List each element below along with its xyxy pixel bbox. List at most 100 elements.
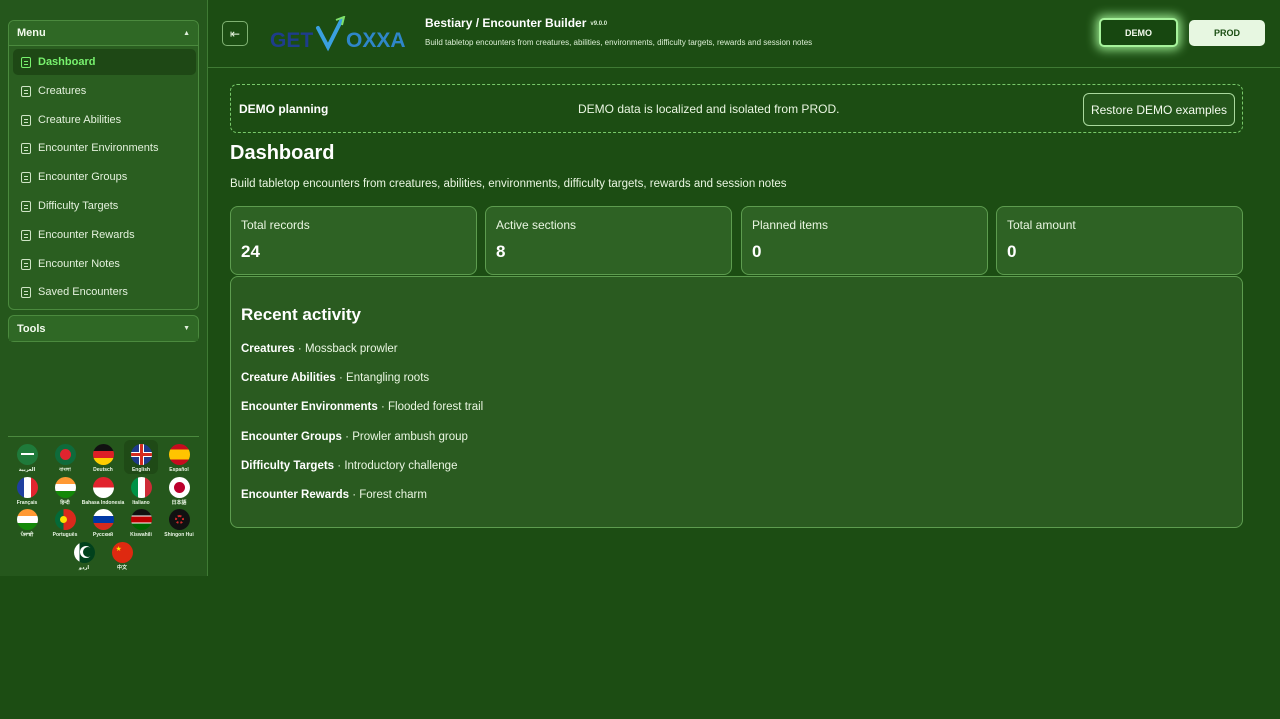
language-japanese[interactable]: 日本語: [162, 475, 196, 509]
language-label: Deutsch: [93, 467, 113, 473]
stat-label: Active sections: [496, 218, 577, 232]
language-swahili[interactable]: Kiswahili: [124, 507, 158, 541]
language-italian[interactable]: Italiano: [124, 475, 158, 509]
app-title: Bestiary / Encounter Builder v9.0.0: [425, 16, 607, 30]
activity-separator: ·: [377, 401, 388, 413]
stat-card-active-sections: Active sections 8: [485, 206, 732, 275]
sidebar-item-creature-abilities[interactable]: Creature Abilities: [13, 107, 196, 133]
language-label: Bahasa Indonesia: [81, 500, 125, 506]
sidebar-item-difficulty-targets[interactable]: Difficulty Targets: [13, 193, 196, 219]
sidebar-item-label: Saved Encounters: [38, 286, 128, 298]
sidebar-item-encounter-notes[interactable]: Encounter Notes: [13, 251, 196, 277]
document-icon: [21, 200, 31, 212]
uk-flag-icon: [130, 444, 152, 465]
demo-env-button[interactable]: DEMO: [1099, 18, 1178, 47]
tools-header[interactable]: Tools ▼: [9, 316, 198, 341]
restore-demo-button[interactable]: Restore DEMO examples: [1083, 93, 1235, 126]
activity-separator: ·: [294, 343, 305, 355]
expand-caret-icon: ▼: [183, 325, 190, 332]
logo-text-left: GET: [270, 29, 313, 52]
language-english[interactable]: English: [124, 440, 158, 474]
language-arabic[interactable]: العربية: [10, 442, 44, 476]
language-chinese[interactable]: ★ 中文: [105, 540, 139, 574]
document-icon: [21, 286, 31, 298]
language-label: বাংলা: [59, 467, 71, 473]
language-label: العربية: [18, 467, 36, 473]
pakistan-flag-icon: [73, 542, 95, 563]
divider: [8, 436, 199, 437]
india-flag-icon: [54, 477, 76, 498]
language-russian[interactable]: Русский: [86, 507, 120, 541]
sidebar-item-dashboard[interactable]: Dashboard: [13, 49, 196, 75]
stat-label: Total records: [241, 218, 310, 232]
activity-row: Creature Abilities · Entangling roots: [241, 372, 429, 384]
stat-card-total-records: Total records 24: [230, 206, 477, 275]
sidebar-item-label: Encounter Groups: [38, 171, 128, 183]
collapse-sidebar-button[interactable]: ⇤: [222, 21, 248, 46]
menu-title: Menu: [17, 27, 46, 39]
language-hindi[interactable]: हिन्दी: [48, 475, 82, 509]
activity-item: Mossback prowler: [304, 343, 398, 355]
emblem-flag-icon: [168, 509, 190, 530]
activity-row: Difficulty Targets · Introductory challe…: [241, 460, 457, 472]
recent-activity-panel: Recent activity Creatures · Mossback pro…: [230, 276, 1243, 528]
language-label: English: [131, 467, 151, 473]
document-icon: [21, 142, 31, 154]
sidebar-item-creatures[interactable]: Creatures: [13, 78, 196, 104]
language-spanish[interactable]: Español: [162, 442, 196, 476]
stat-value: 0: [752, 242, 762, 261]
language-punjabi[interactable]: ਪੰਜਾਬੀ: [10, 507, 44, 541]
sidebar-item-label: Creature Abilities: [38, 114, 122, 126]
language-french[interactable]: Français: [10, 475, 44, 509]
activity-row: Encounter Environments · Flooded forest …: [241, 401, 483, 413]
sidebar-item-encounter-rewards[interactable]: Encounter Rewards: [13, 222, 196, 248]
language-urdu[interactable]: اردو: [67, 540, 101, 574]
document-icon: [21, 85, 31, 97]
japan-flag-icon: [168, 477, 190, 498]
stat-value: 24: [241, 242, 260, 261]
getvoxxa-logo: GET OXXA: [270, 16, 406, 52]
logo-text-right: OXXA: [346, 29, 406, 52]
activity-section: Encounter Groups: [241, 431, 342, 443]
activity-row: Encounter Rewards · Forest charm: [241, 489, 427, 501]
sidebar: Menu ▲ Dashboard Creatures Creature Abil…: [0, 0, 208, 576]
stat-value: 8: [496, 242, 506, 261]
france-flag-icon: [16, 477, 38, 498]
top-bar: ⇤ GET OXXA Bestiary / Encounter Builder v…: [208, 0, 1280, 68]
activity-item: Forest charm: [359, 489, 427, 501]
activity-item: Introductory challenge: [344, 460, 458, 472]
menu-panel: Menu ▲ Dashboard Creatures Creature Abil…: [8, 20, 199, 310]
language-bengali[interactable]: বাংলা: [48, 442, 82, 476]
language-label: ਪੰਜਾਬੀ: [20, 532, 34, 538]
language-label: Português: [52, 532, 78, 538]
language-label: 日本語: [171, 500, 187, 506]
language-label: Français: [16, 500, 38, 506]
language-label: Italiano: [132, 500, 150, 506]
activity-title: Recent activity: [241, 305, 361, 324]
sidebar-item-label: Creatures: [38, 85, 87, 97]
sidebar-item-label: Encounter Notes: [38, 258, 120, 270]
tools-panel[interactable]: Tools ▼: [8, 315, 199, 342]
activity-item: Prowler ambush group: [352, 431, 468, 443]
sidebar-item-label: Difficulty Targets: [38, 200, 119, 212]
china-flag-icon: ★: [111, 542, 133, 563]
language-german[interactable]: Deutsch: [86, 442, 120, 476]
activity-separator: ·: [335, 372, 347, 384]
language-portuguese[interactable]: Português: [48, 507, 82, 541]
sidebar-item-encounter-environments[interactable]: Encounter Environments: [13, 135, 196, 161]
prod-env-button[interactable]: PROD: [1189, 20, 1265, 46]
activity-section: Creatures: [241, 343, 295, 355]
language-shingon-hui[interactable]: Shingon Hui: [162, 507, 196, 541]
sidebar-item-encounter-groups[interactable]: Encounter Groups: [13, 164, 196, 190]
sidebar-item-saved-encounters[interactable]: Saved Encounters: [13, 279, 196, 305]
activity-section: Creature Abilities: [241, 372, 336, 384]
menu-header[interactable]: Menu ▲: [9, 21, 198, 46]
notice-title: DEMO planning: [239, 102, 329, 116]
tools-title: Tools: [17, 322, 46, 335]
page-subtitle: Build tabletop encounters from creatures…: [230, 178, 787, 190]
app-title-text: Bestiary / Encounter Builder: [425, 16, 587, 30]
activity-separator: ·: [341, 431, 353, 443]
logo-check-icon: [316, 17, 344, 52]
language-indonesian[interactable]: Bahasa Indonesia: [82, 475, 124, 509]
activity-section: Encounter Rewards: [241, 489, 349, 501]
